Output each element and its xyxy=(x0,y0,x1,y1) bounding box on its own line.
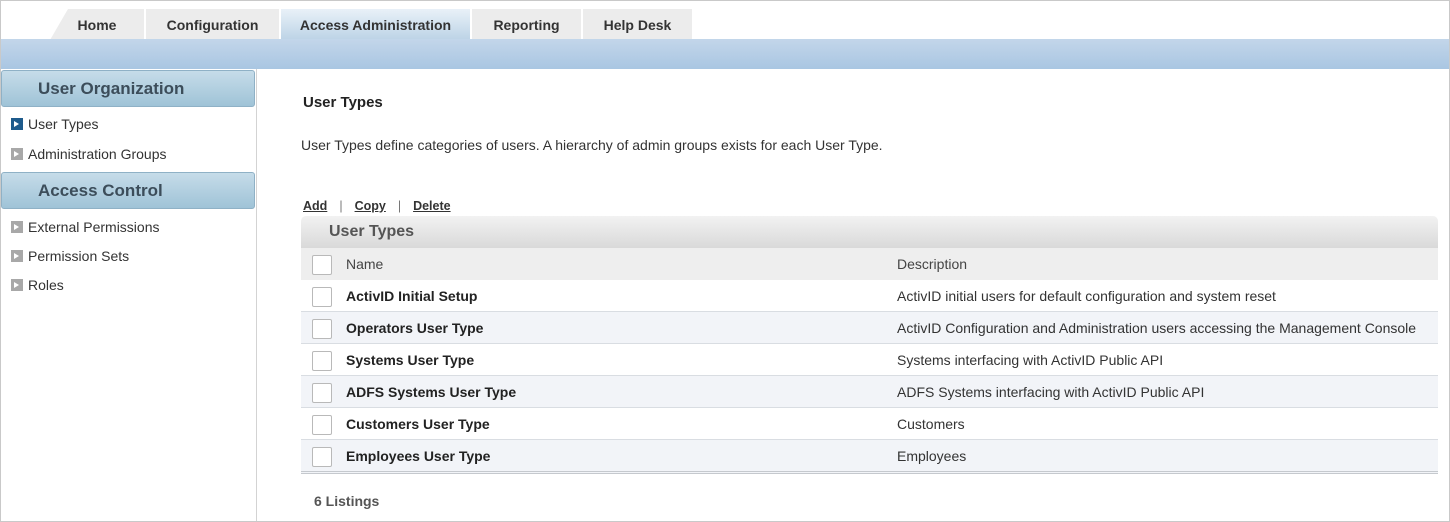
row-checkbox[interactable] xyxy=(312,415,332,435)
grid-header-row: Name Description xyxy=(301,248,1438,280)
column-header-description[interactable]: Description xyxy=(897,248,967,280)
table-row[interactable]: ADFS Systems User Type ADFS Systems inte… xyxy=(301,376,1438,408)
sidebar-item-label: User Types xyxy=(28,116,99,132)
row-name[interactable]: Systems User Type xyxy=(346,344,474,376)
row-description: Employees xyxy=(897,448,967,464)
table-row[interactable]: Customers User Type Customers xyxy=(301,408,1438,440)
chevron-right-icon xyxy=(11,250,23,262)
column-header-name[interactable]: Name xyxy=(346,248,383,280)
sidebar-item-permission-sets[interactable]: Permission Sets xyxy=(11,246,129,266)
select-all-checkbox[interactable] xyxy=(312,255,332,275)
top-nav: Home Configuration Access Administration… xyxy=(1,1,1449,40)
page-description: User Types define categories of users. A… xyxy=(301,137,883,153)
sidebar-section-user-organization: User Organization xyxy=(1,70,255,107)
row-checkbox[interactable] xyxy=(312,383,332,403)
row-checkbox[interactable] xyxy=(312,351,332,371)
chevron-right-icon xyxy=(11,279,23,291)
sidebar-item-user-types[interactable]: User Types xyxy=(11,114,99,134)
row-checkbox[interactable] xyxy=(312,319,332,339)
copy-link[interactable]: Copy xyxy=(355,199,386,213)
user-types-grid: User Types Name Description ActivID Init… xyxy=(301,216,1438,474)
table-row[interactable]: Operators User Type ActivID Configuratio… xyxy=(301,312,1438,344)
sidebar-section-access-control: Access Control xyxy=(1,172,255,209)
tab-configuration[interactable]: Configuration xyxy=(146,9,280,40)
row-checkbox[interactable] xyxy=(312,287,332,307)
row-description: Systems interfacing with ActivID Public … xyxy=(897,352,1164,368)
table-row[interactable]: Systems User Type Systems interfacing wi… xyxy=(301,344,1438,376)
tab-help-desk[interactable]: Help Desk xyxy=(583,9,693,40)
tab-home[interactable]: Home xyxy=(50,9,145,40)
tab-access-administration[interactable]: Access Administration xyxy=(281,9,471,40)
sidebar-item-label: Permission Sets xyxy=(28,248,130,264)
page-title: User Types xyxy=(303,94,383,111)
chevron-right-icon xyxy=(11,118,23,130)
table-row[interactable]: Employees User Type Employees xyxy=(301,440,1438,474)
grid-title: User Types xyxy=(301,216,1438,248)
tab-reporting[interactable]: Reporting xyxy=(472,9,582,40)
sidebar-item-label: External Permissions xyxy=(28,219,160,235)
row-description: Customers xyxy=(897,416,965,432)
sidebar: User Organization User Types Administrat… xyxy=(1,69,257,521)
row-name[interactable]: Employees User Type xyxy=(346,440,490,472)
row-description: ActivID initial users for default config… xyxy=(897,288,1276,304)
delete-link[interactable]: Delete xyxy=(413,199,451,213)
chevron-right-icon xyxy=(11,148,23,160)
row-description: ActivID Configuration and Administration… xyxy=(897,320,1417,336)
row-name[interactable]: Operators User Type xyxy=(346,312,483,344)
sidebar-item-label: Administration Groups xyxy=(28,146,167,162)
action-separator: | xyxy=(397,199,402,213)
sub-header-bar xyxy=(1,39,1449,69)
sidebar-item-administration-groups[interactable]: Administration Groups xyxy=(11,144,167,164)
row-name[interactable]: Customers User Type xyxy=(346,408,490,440)
row-description: ADFS Systems interfacing with ActivID Pu… xyxy=(897,384,1205,400)
listings-count: 6 Listings xyxy=(314,493,380,509)
row-checkbox[interactable] xyxy=(312,447,332,467)
add-link[interactable]: Add xyxy=(303,199,327,213)
row-name[interactable]: ActivID Initial Setup xyxy=(346,280,477,312)
action-separator: | xyxy=(339,199,343,213)
sidebar-item-roles[interactable]: Roles xyxy=(11,275,64,295)
sidebar-item-external-permissions[interactable]: External Permissions xyxy=(11,217,160,237)
sidebar-item-label: Roles xyxy=(28,277,64,293)
row-name[interactable]: ADFS Systems User Type xyxy=(346,376,516,408)
chevron-right-icon xyxy=(11,221,23,233)
table-row[interactable]: ActivID Initial Setup ActivID initial us… xyxy=(301,280,1438,312)
grid-actions: Add | Copy | Delete xyxy=(303,199,451,213)
